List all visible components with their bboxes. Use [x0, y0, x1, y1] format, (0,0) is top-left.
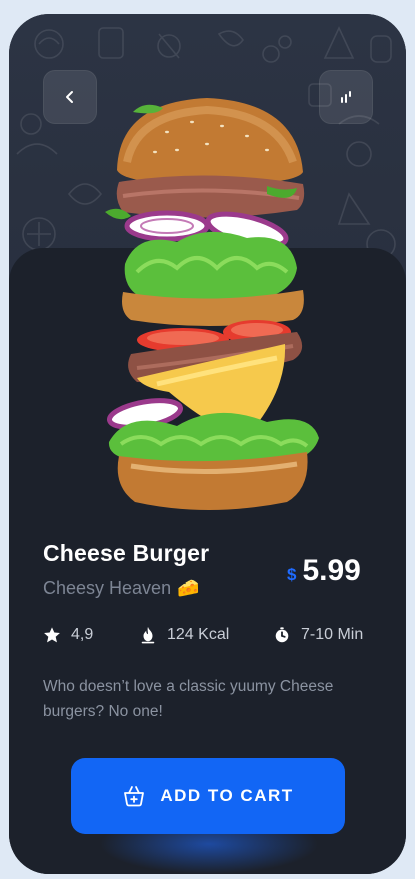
cheese-emoji: 🧀 [177, 578, 200, 598]
basket-plus-icon [124, 786, 145, 807]
phone-screen: Cheese Burger Cheesy Heaven 🧀 $ 5.99 4,9… [9, 14, 406, 874]
back-button[interactable] [43, 70, 97, 124]
stats-button[interactable] [319, 70, 373, 124]
product-title: Cheese Burger [43, 540, 210, 566]
bar-chart-icon [341, 91, 351, 103]
add-to-cart-button[interactable]: ADD TO CART [71, 758, 345, 834]
burger-image [105, 98, 319, 510]
rating-value: 4,9 [71, 626, 94, 643]
star-icon [44, 627, 60, 643]
time-info: 7-10 Min [273, 626, 363, 644]
calories-info: 124 Kcal [139, 626, 229, 644]
price-currency: $ [287, 565, 297, 584]
price-amount: 5.99 [302, 554, 361, 587]
timer-icon [275, 627, 289, 643]
flame-icon [141, 626, 155, 644]
time-value: 7-10 Min [301, 626, 364, 643]
product-description: Who doesn’t love a classic yuumy Cheese … [43, 678, 334, 720]
tagline-text: Cheesy Heaven [43, 578, 172, 598]
product-tagline: Cheesy Heaven 🧀 [43, 578, 200, 599]
add-to-cart-label: ADD TO CART [160, 786, 294, 805]
calories-value: 124 Kcal [167, 626, 230, 643]
chevron-left-icon [66, 91, 73, 103]
price: $ 5.99 [287, 554, 361, 588]
rating-info: 4,9 [43, 626, 93, 644]
